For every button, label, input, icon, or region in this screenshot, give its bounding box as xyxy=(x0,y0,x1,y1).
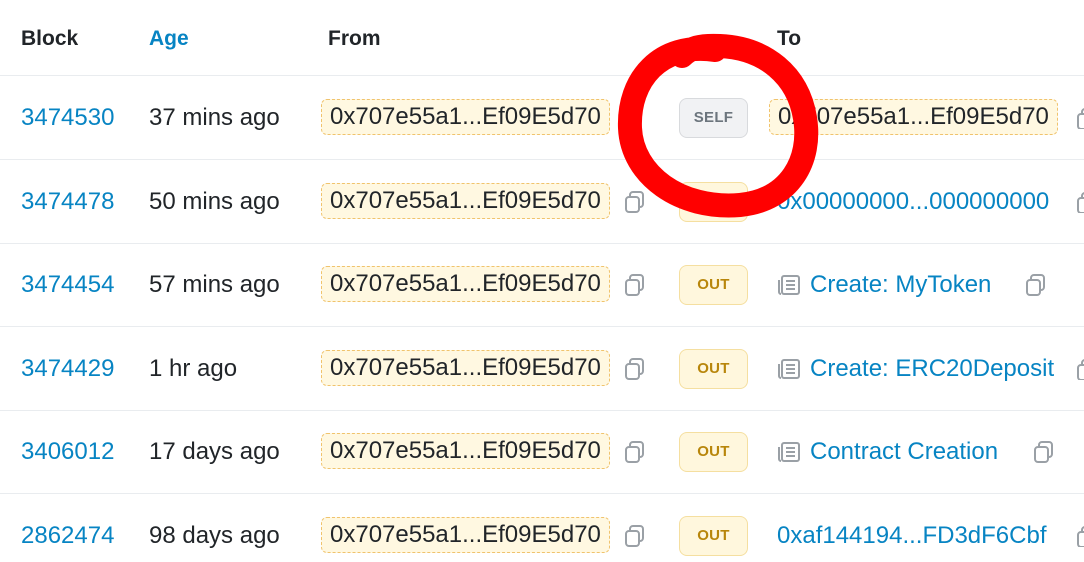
age-text: 50 mins ago xyxy=(149,188,280,215)
direction-badge: OUT xyxy=(679,182,748,222)
age-text: 17 days ago xyxy=(149,438,280,465)
to-contract-link[interactable]: Create: ERC20Deposit xyxy=(810,355,1054,383)
direction-badge: OUT xyxy=(679,349,748,389)
header-from: From xyxy=(328,27,381,50)
to-contract-link[interactable]: Create: MyToken xyxy=(810,271,991,299)
to-address[interactable]: 0x00000000...000000000 xyxy=(777,188,1049,216)
contract-document-icon xyxy=(777,274,801,296)
to-address[interactable]: 0xaf144194...FD3dF6Cbf xyxy=(777,522,1047,550)
copy-icon[interactable] xyxy=(624,357,646,381)
from-address[interactable]: 0x707e55a1...Ef09E5d70 xyxy=(321,266,610,302)
from-address[interactable]: 0x707e55a1...Ef09E5d70 xyxy=(321,517,610,553)
from-address[interactable]: 0x707e55a1...Ef09E5d70 xyxy=(321,433,610,469)
contract-document-icon xyxy=(777,358,801,380)
copy-icon[interactable] xyxy=(1076,358,1084,380)
age-text: 1 hr ago xyxy=(149,355,238,382)
block-link[interactable]: 3474454 xyxy=(21,271,114,299)
copy-icon[interactable] xyxy=(1076,107,1084,129)
copy-icon[interactable] xyxy=(1076,525,1084,547)
table-row: 3474478 50 mins ago 0x707e55a1...Ef09E5d… xyxy=(0,160,1084,244)
copy-icon[interactable] xyxy=(1033,440,1055,464)
block-link[interactable]: 3474530 xyxy=(21,104,114,132)
header-block: Block xyxy=(21,27,79,50)
block-link[interactable]: 3474478 xyxy=(21,188,114,216)
transactions-table: Block Age From To 3474530 37 mins ago 0x… xyxy=(0,0,1084,562)
to-contract-link[interactable]: Contract Creation xyxy=(810,438,998,466)
table-row: 2862474 98 days ago 0x707e55a1...Ef09E5d… xyxy=(0,494,1084,562)
table-row: 3474454 57 mins ago 0x707e55a1...Ef09E5d… xyxy=(0,243,1084,327)
contract-document-icon xyxy=(777,441,801,463)
age-text: 57 mins ago xyxy=(149,271,280,298)
age-text: 37 mins ago xyxy=(149,104,280,131)
header-to: To xyxy=(777,27,802,50)
block-link[interactable]: 2862474 xyxy=(21,522,114,550)
direction-badge: SELF xyxy=(679,98,748,138)
block-link[interactable]: 3474429 xyxy=(21,355,114,383)
table-header: Block Age From To xyxy=(0,0,1084,76)
table-row: 3474530 37 mins ago 0x707e55a1...Ef09E5d… xyxy=(0,76,1084,160)
header-age[interactable]: Age xyxy=(149,27,189,51)
age-text: 98 days ago xyxy=(149,522,280,549)
copy-icon[interactable] xyxy=(624,190,646,214)
direction-badge: OUT xyxy=(679,432,748,472)
to-address[interactable]: 0x707e55a1...Ef09E5d70 xyxy=(769,99,1058,135)
copy-icon[interactable] xyxy=(624,273,646,297)
copy-icon[interactable] xyxy=(1025,273,1047,297)
from-address[interactable]: 0x707e55a1...Ef09E5d70 xyxy=(321,350,610,386)
direction-badge: OUT xyxy=(679,265,748,305)
from-address[interactable]: 0x707e55a1...Ef09E5d70 xyxy=(321,99,610,135)
copy-icon[interactable] xyxy=(624,524,646,548)
table-row: 3406012 17 days ago 0x707e55a1...Ef09E5d… xyxy=(0,410,1084,494)
block-link[interactable]: 3406012 xyxy=(21,438,114,466)
from-address[interactable]: 0x707e55a1...Ef09E5d70 xyxy=(321,183,610,219)
direction-badge: OUT xyxy=(679,516,748,556)
copy-icon[interactable] xyxy=(624,440,646,464)
table-row: 3474429 1 hr ago 0x707e55a1...Ef09E5d70 … xyxy=(0,327,1084,411)
copy-icon[interactable] xyxy=(1076,191,1084,213)
